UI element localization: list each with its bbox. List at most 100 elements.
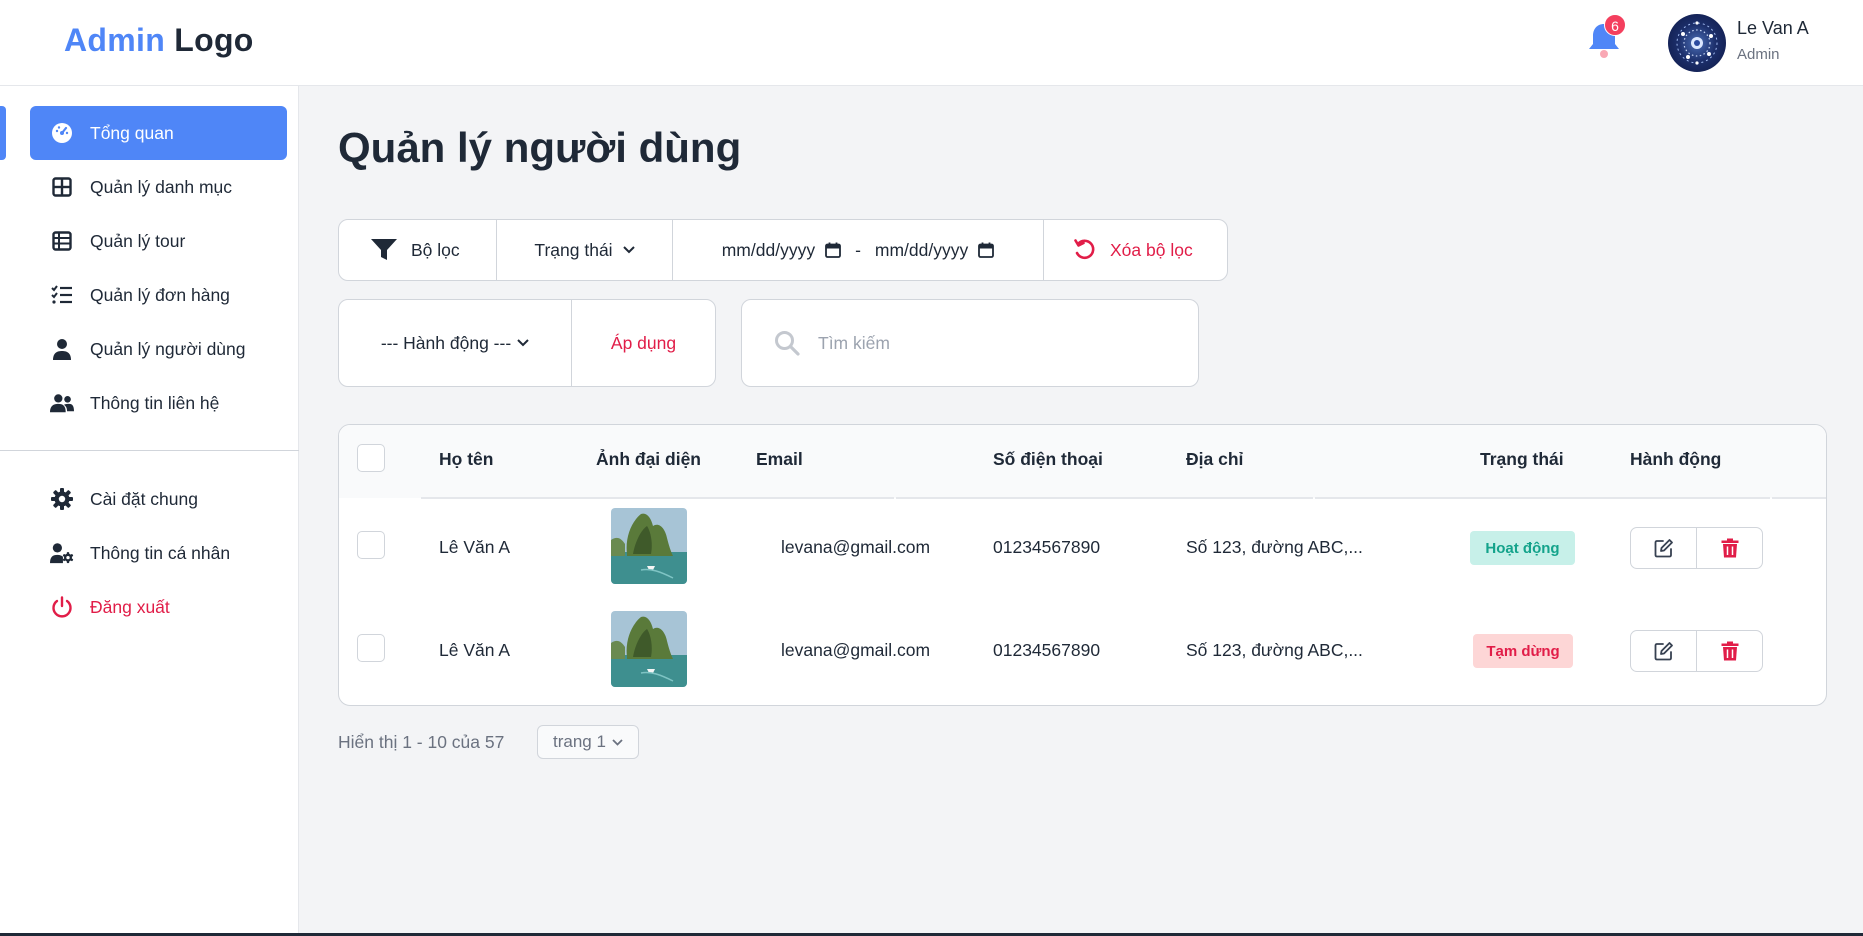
sidebar-item-users[interactable]: Quản lý người dùng: [30, 322, 287, 376]
date-to-value: mm/dd/yyyy: [874, 239, 969, 260]
cell-address: Số 123, đường ABC,...: [1186, 640, 1363, 660]
apply-button[interactable]: Áp dụng: [572, 300, 715, 386]
user-avatar-image: [611, 611, 687, 687]
sidebar-item-settings[interactable]: Cài đặt chung: [30, 472, 287, 526]
cell-name: Lê Văn A: [439, 537, 511, 557]
chevron-down-icon: [622, 246, 635, 254]
user-name: Le Van A: [1737, 18, 1809, 38]
delete-button[interactable]: [1696, 631, 1762, 671]
users-icon: [50, 391, 74, 415]
bulk-action-select[interactable]: --- Hành động ---: [339, 300, 572, 386]
page-select-label: trang 1: [553, 732, 606, 751]
notification-count-badge: 6: [1604, 14, 1626, 36]
sidebar-item-label: Đăng xuất: [90, 596, 170, 617]
users-table: Họ tên Ảnh đại diện Email Số điện thoại …: [338, 424, 1827, 706]
sidebar-item-label: Cài đặt chung: [90, 488, 198, 509]
sidebar-item-logout[interactable]: Đăng xuất: [30, 580, 287, 634]
logo-admin-text: Admin: [64, 22, 166, 58]
search-icon: [774, 330, 800, 356]
status-badge: Tạm dừng: [1473, 634, 1573, 668]
chevron-down-icon: [517, 339, 529, 347]
pagination-info: Hiển thị 1 - 10 của 57: [338, 732, 505, 752]
column-header-avatar: Ảnh đại diện: [596, 449, 701, 469]
cell-email: levana@gmail.com: [781, 537, 931, 557]
sidebar-item-label: Quản lý danh mục: [90, 176, 233, 197]
row-checkbox[interactable]: [357, 531, 385, 559]
date-range: mm/dd/yyyy - mm/dd/yyyy: [673, 220, 1044, 280]
column-header-phone: Số điện thoại: [993, 449, 1103, 469]
table-icon: [50, 229, 74, 253]
search-box: [741, 299, 1199, 387]
edit-button[interactable]: [1631, 528, 1696, 568]
table-row: Lê Văn A levana@gmail.com 01234567890 Số…: [339, 602, 1826, 702]
row-action-group: [1630, 630, 1763, 672]
active-indicator: [0, 106, 6, 160]
gear-icon: [50, 487, 74, 511]
cell-phone: 01234567890: [993, 640, 1101, 660]
column-header-status: Trạng thái: [1480, 449, 1564, 469]
calendar-icon: [978, 242, 995, 258]
chevron-down-icon: [612, 738, 623, 746]
sidebar-item-label: Thông tin liên hệ: [90, 392, 220, 413]
edit-icon: [1654, 641, 1674, 661]
user-avatar-image: [611, 508, 687, 584]
column-header-address: Địa chỉ: [1186, 449, 1244, 469]
sidebar-item-profile[interactable]: Thông tin cá nhân: [30, 526, 287, 580]
bulk-action-select-label: --- Hành động ---: [380, 332, 512, 353]
grid-icon: [50, 175, 74, 199]
user-icon: [50, 337, 74, 361]
sidebar-item-tours[interactable]: Quản lý tour: [30, 214, 287, 268]
column-header-email: Email: [756, 449, 803, 469]
sidebar-item-orders[interactable]: Quản lý đơn hàng: [30, 268, 287, 322]
reset-icon: [1074, 239, 1096, 261]
user-gear-icon: [50, 541, 74, 565]
avatar[interactable]: [1668, 14, 1726, 72]
status-dropdown-label: Trạng thái: [534, 239, 613, 260]
bulk-action-box: --- Hành động --- Áp dụng: [338, 299, 716, 387]
sidebar-item-categories[interactable]: Quản lý danh mục: [30, 160, 287, 214]
status-badge: Hoạt động: [1470, 531, 1575, 565]
clear-filter-label: Xóa bộ lọc: [1110, 239, 1193, 260]
top-header: Admin Logo 6 Le Van A Admin: [0, 0, 1863, 86]
sidebar-divider: [0, 450, 299, 451]
table-row: Lê Văn A levana@gmail.com 01234567890 Số…: [339, 499, 1826, 599]
sidebar-item-label: Tổng quan: [90, 122, 174, 143]
status-dropdown[interactable]: Trạng thái: [497, 220, 673, 280]
sidebar-item-label: Quản lý đơn hàng: [90, 284, 230, 305]
edit-icon: [1654, 538, 1674, 558]
edit-button[interactable]: [1631, 631, 1696, 671]
filter-bar: Bộ lọc Trạng thái mm/dd/yyyy - mm/dd/yyy…: [338, 219, 1228, 281]
sidebar-item-overview[interactable]: Tổng quan: [30, 106, 287, 160]
sidebar-item-contacts[interactable]: Thông tin liên hệ: [30, 376, 287, 430]
clear-filter-button[interactable]: Xóa bộ lọc: [1044, 220, 1227, 280]
sidebar: Tổng quan Quản lý danh mục Quản lý tour …: [0, 86, 299, 936]
filter-label: Bộ lọc: [411, 239, 460, 260]
date-separator: -: [855, 239, 861, 260]
select-all-checkbox[interactable]: [357, 444, 385, 472]
app-logo[interactable]: Admin Logo: [64, 22, 254, 59]
table-header: Họ tên Ảnh đại diện Email Số điện thoại …: [339, 425, 1826, 499]
date-to-field[interactable]: mm/dd/yyyy: [874, 239, 995, 261]
list-check-icon: [50, 283, 74, 307]
user-role: Admin: [1737, 46, 1780, 63]
filter-icon: [371, 239, 397, 261]
date-from-field[interactable]: mm/dd/yyyy: [722, 240, 841, 261]
cell-phone: 01234567890: [993, 537, 1101, 557]
sidebar-item-label: Thông tin cá nhân: [90, 542, 231, 563]
page-title: Quản lý người dùng: [338, 124, 742, 171]
page-select[interactable]: trang 1: [537, 725, 639, 759]
column-header-name: Họ tên: [439, 449, 494, 469]
calendar-icon: [825, 242, 841, 258]
column-header-action: Hành động: [1630, 449, 1722, 469]
filter-label-segment: Bộ lọc: [339, 220, 497, 280]
delete-button[interactable]: [1696, 528, 1762, 568]
trash-icon: [1721, 641, 1739, 661]
sidebar-item-label: Quản lý tour: [90, 230, 186, 251]
trash-icon: [1721, 538, 1739, 558]
date-from-value: mm/dd/yyyy: [721, 239, 816, 260]
power-icon: [50, 595, 74, 619]
row-checkbox[interactable]: [357, 634, 385, 662]
logo-logo-text: Logo: [174, 22, 254, 58]
cell-email: levana@gmail.com: [781, 640, 931, 660]
search-input[interactable]: [818, 332, 1178, 354]
